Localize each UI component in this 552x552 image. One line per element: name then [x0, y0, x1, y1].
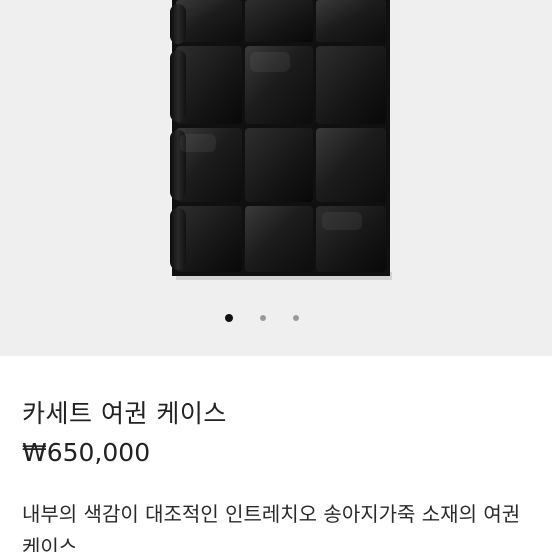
product-description: 내부의 색감이 대조적인 인트레치오 송아지가죽 소재의 여권 케이스 [22, 502, 521, 552]
product-price: ₩650,000 [22, 438, 151, 467]
product-info: 카세트 여권 케이스 ₩650,000 내부의 색감이 대조적인 인트레치오 송… [0, 356, 552, 552]
product-image [170, 0, 392, 280]
carousel-dot-2[interactable] [260, 315, 266, 321]
product-image-gallery[interactable] [0, 0, 552, 356]
product-detail-page: 카세트 여권 케이스 ₩650,000 내부의 색감이 대조적인 인트레치오 송… [0, 0, 552, 552]
product-title: 카세트 여권 케이스 [22, 399, 227, 428]
carousel-dot-3[interactable] [293, 315, 299, 321]
carousel-dot-1[interactable] [225, 314, 233, 322]
carousel-pagination [0, 312, 552, 326]
